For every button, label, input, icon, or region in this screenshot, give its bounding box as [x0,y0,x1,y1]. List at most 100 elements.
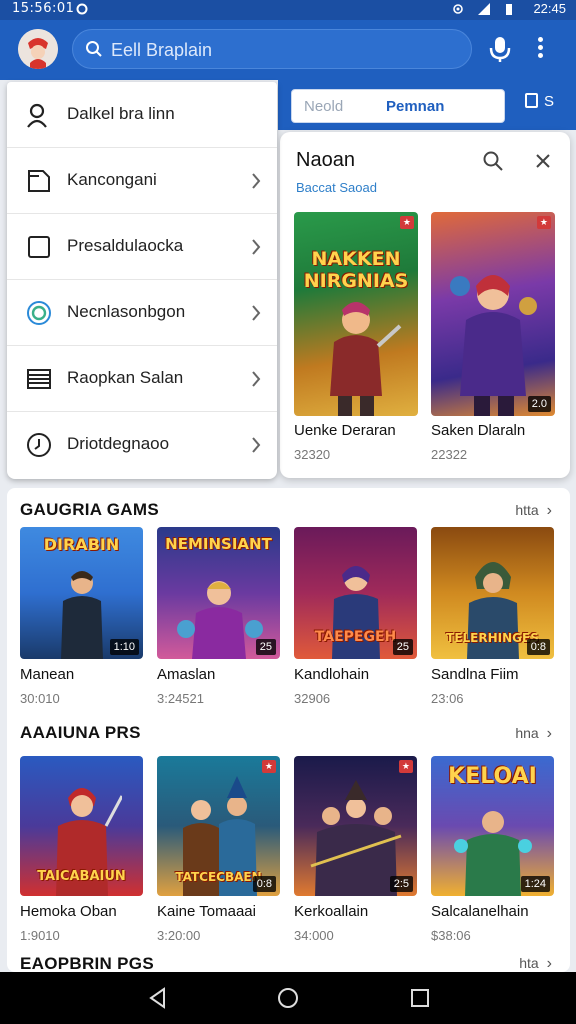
game-card[interactable]: DIRABIN 1:10 Manean 30:010 [20,527,143,706]
cover-title: KELOAI [448,764,537,789]
drawer-item-presaldulaocka[interactable]: Presaldulaocka [7,214,277,280]
cover-title: DIRABIN [43,535,120,554]
game-cover: TELERHINGES 0:8 [431,527,554,659]
game-card[interactable]: ★ 2:5 Kerkoallain 34:000 [294,756,417,943]
game-price: 34:000 [294,928,334,943]
section-title: GAUGRIA GAMS [20,500,159,519]
character-art [450,275,537,416]
signal-icon [478,3,490,15]
search-result-panel: Naoan Baccat Saoad ★ NAKKEN NIRGNIAS Uen… [280,132,570,478]
chevron-right-icon: › [546,955,552,972]
wifi-icon [453,4,463,14]
drawer-item-label: Dalkel bra linn [67,104,175,123]
game-name: Saken Dlaraln [431,422,526,439]
more-options-icon[interactable] [530,34,550,64]
search-input[interactable]: Eell Braplain [72,29,472,69]
cover-title: TAICABAIUN [37,869,126,884]
search-placeholder: Eell Braplain [111,40,213,60]
mic-icon[interactable] [486,34,514,64]
game-cover: TAEPEGEH 25 [294,527,417,659]
home-icon[interactable] [276,986,300,1010]
status-right-time: 22:45 [533,1,566,16]
game-card[interactable]: TAICABAIUN Hemoka Oban 1:9010 [20,756,143,943]
rating-badge: ★ [398,760,413,773]
game-price: $38:06 [431,928,471,943]
result-game-card[interactable]: ★ NAKKEN NIRGNIAS Uenke Deraran 32320 [294,212,418,462]
document-icon [28,170,50,192]
close-icon[interactable] [534,152,552,170]
drawer-item-raopkan-salan[interactable]: Raopkan Salan [7,346,277,412]
game-cover: ★ 2.0 [431,212,555,416]
game-cover: ★ NAKKEN NIRGNIAS [294,212,418,416]
rating-badge: ★ [261,760,276,773]
profile-avatar-icon[interactable] [18,29,58,69]
chevron-right-icon [252,437,261,453]
game-cover: KELOAI 1:24 [431,756,554,896]
segment-control[interactable]: Neold Pemnan [291,89,505,123]
more-label: htta [515,502,539,518]
drawer-item-label: Presaldulaocka [67,236,184,255]
chevron-right-icon: › [546,725,552,742]
character-art [330,302,402,416]
section-more-link[interactable]: htta › [515,502,552,520]
recents-icon[interactable] [408,986,432,1010]
character-art [60,571,103,659]
search-icon[interactable] [482,150,504,172]
segment-option-a[interactable]: Neold [304,98,343,115]
drawer-menu: Dalkel bra linn Kancongani Presaldulaock… [7,82,277,479]
game-card[interactable]: TAEPEGEH 25 Kandlohain 32906 [294,527,417,706]
game-card[interactable]: TELERHINGES 0:8 Sandlna Fiim 23:06 [431,527,554,706]
app-bar: Eell Braplain [0,20,576,80]
bookmark-icon [525,93,538,108]
duration-badge: 0:8 [252,876,276,892]
game-name: Kaine Tomaaai [157,903,256,920]
content-sections: GAUGRIA GAMS htta › DIRABIN 1:10 Manean 3… [7,488,570,972]
drawer-item-label: Driotdegnaoo [67,434,170,453]
status-bar: 15:56:01 22:45 [0,0,576,20]
status-time: 15:56:01 [12,1,75,16]
filter-extra-button[interactable]: S [525,93,554,110]
section-title: EAOPBRIN PGS [20,954,154,972]
duration-badge: 25 [392,639,413,655]
duration-badge: 2:5 [389,876,413,892]
chevron-right-icon [252,305,261,321]
game-price: 30:010 [20,691,60,706]
rating-badge: ★ [536,216,551,229]
game-card[interactable]: NEMINSIANT 25 Amaslan 3:24521 [157,527,280,706]
game-card[interactable]: KELOAI 1:24 Salcalanelhain $38:06 [431,756,554,943]
system-nav-bar [0,972,576,1024]
circle-logo-icon [27,301,51,325]
more-label: hta [519,955,539,971]
list-icon [27,369,51,389]
result-panel-subtitle[interactable]: Baccat Saoad [296,180,377,195]
game-card[interactable]: ★ TATCECBAEN 0:8 Kaine Tomaaai 3:20:00 [157,756,280,943]
segment-option-b[interactable]: Pemnan [386,98,444,115]
game-cover: TAICABAIUN [20,756,143,896]
game-name: Amaslan [157,666,216,683]
notification-icon [76,3,88,15]
game-price: 22322 [431,447,468,462]
drawer-item-kancongani[interactable]: Kancongani [7,148,277,214]
game-price: 1:9010 [20,928,60,943]
game-name: Kerkoallain [294,903,369,920]
drawer-item-driotdegnaoo[interactable]: Driotdegnaoo [7,412,277,478]
filter-extra-label: S [544,93,555,110]
result-game-card[interactable]: ★ 2.0 Saken Dlaraln 22322 [431,212,555,462]
game-cover: ★ TATCECBAEN 0:8 [157,756,280,896]
chevron-right-icon [252,173,261,189]
duration-badge: 25 [255,639,276,655]
result-panel-title: Naoan [296,149,355,171]
back-icon[interactable] [146,986,170,1010]
game-price: 23:06 [431,691,464,706]
duration-badge: 0:8 [526,639,550,655]
drawer-item-search[interactable]: Dalkel bra linn [7,82,277,148]
game-price: 32320 [294,447,331,462]
game-name: Kandlohain [294,666,370,683]
battery-icon [506,4,512,15]
drawer-item-necnlasonbgon[interactable]: Necnlasonbgon [7,280,277,346]
section-more-link[interactable]: hta › [519,955,552,972]
drawer-item-label: Necnlasonbgon [67,302,186,321]
rating-badge: ★ [399,216,414,229]
section-more-link[interactable]: hna › [515,725,552,743]
game-name: Sandlna Fiim [431,666,519,683]
